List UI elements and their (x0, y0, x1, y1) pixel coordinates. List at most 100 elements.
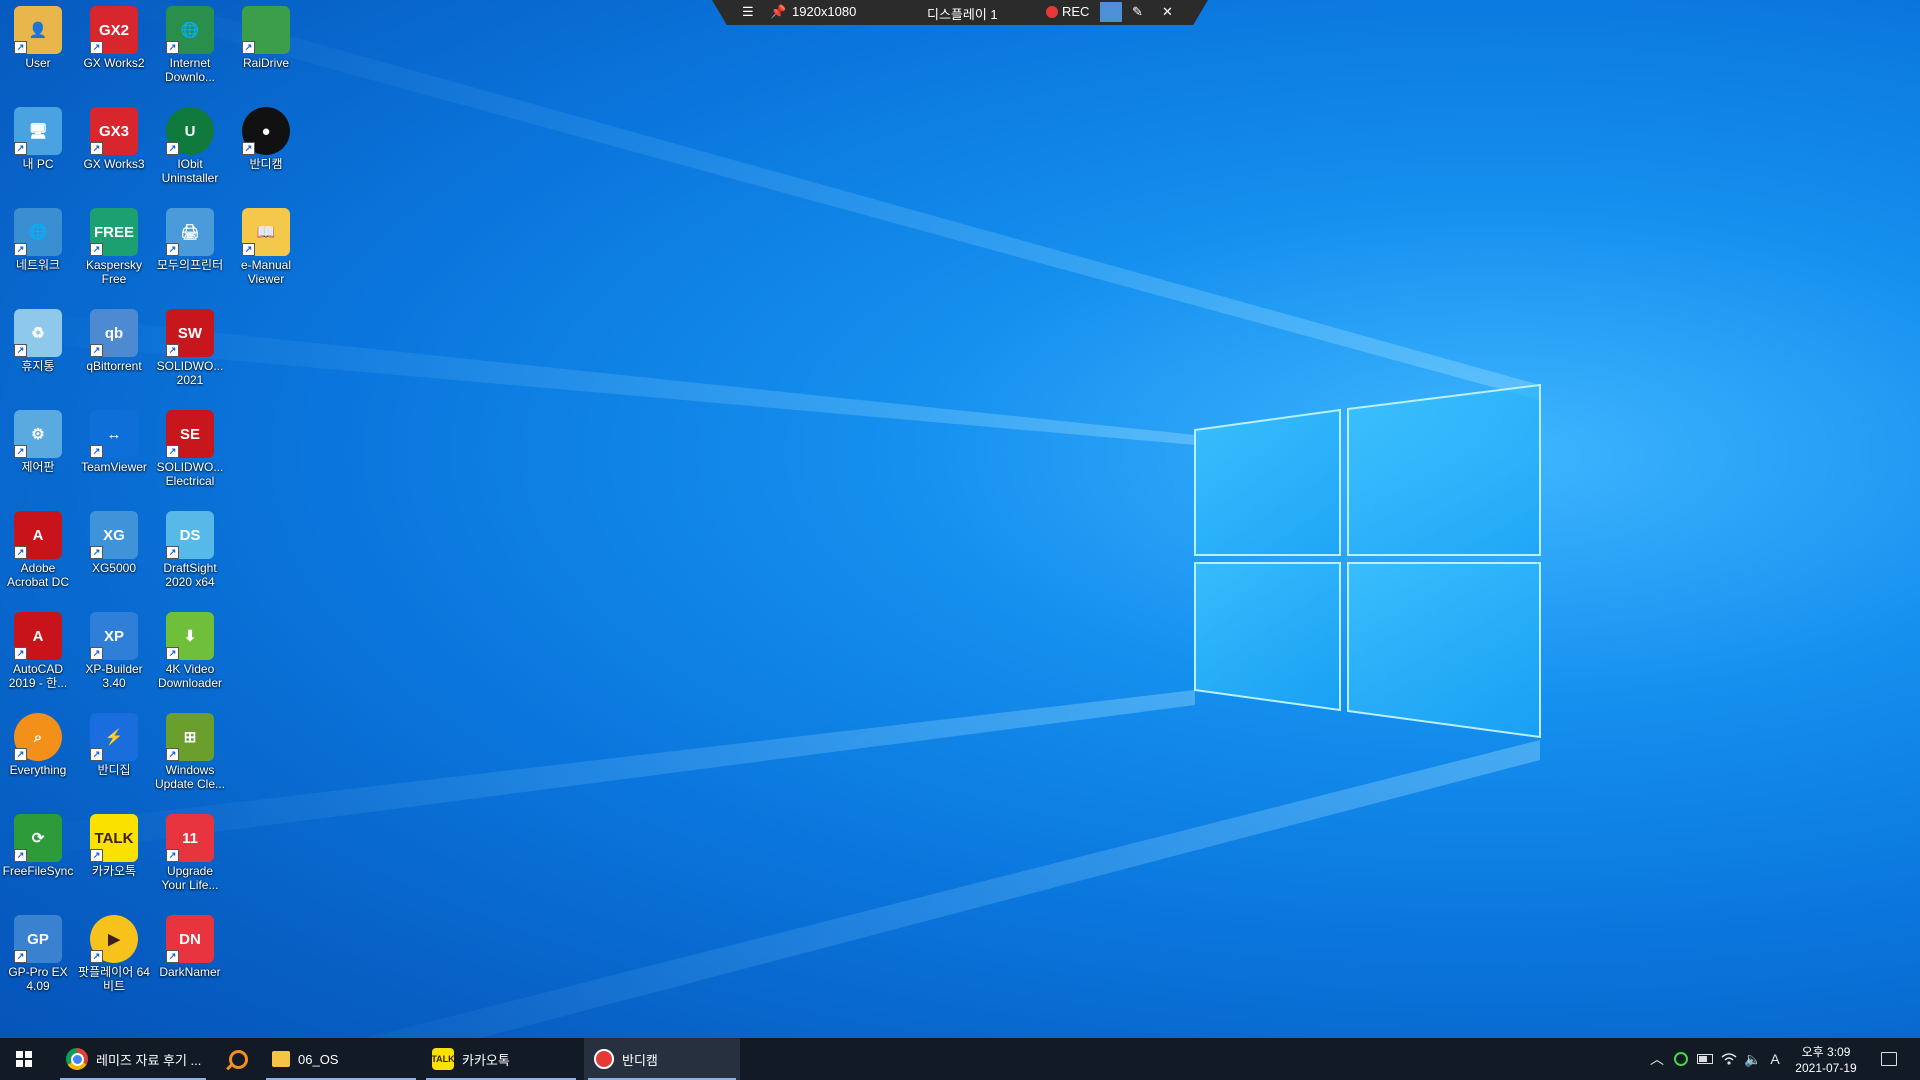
desktop-icon-label: SOLIDWO... 2021 (156, 359, 224, 387)
desktop-icon-label: 반디집 (97, 763, 131, 777)
chrome-icon (66, 1048, 88, 1070)
shortcut-arrow-icon: ↗ (242, 243, 255, 256)
desktop-icon[interactable]: U ↗ IObit Uninstaller (152, 101, 228, 199)
desktop-icon[interactable]: A ↗ Adobe Acrobat DC (0, 505, 76, 603)
desktop-icon[interactable]: ↔ ↗ TeamViewer (76, 404, 152, 502)
desktop-icon[interactable]: FREE ↗ Kaspersky Free (76, 202, 152, 300)
qbittorrent-icon: qb ↗ (90, 309, 138, 357)
battery-icon[interactable] (1694, 1038, 1716, 1080)
wifi-icon[interactable] (1718, 1038, 1740, 1080)
desktop-icon-label: Adobe Acrobat DC (6, 561, 70, 589)
clock[interactable]: 오후 3:09 2021-07-19 (1786, 1044, 1866, 1076)
control-panel-icon: ⚙ ↗ (14, 410, 62, 458)
rec-button[interactable]: REC (1062, 4, 1089, 19)
network-icon: 🌐 ↗ (14, 208, 62, 256)
shortcut-arrow-icon: ↗ (14, 445, 27, 458)
desktop-icon-area: 👤 ↗ User GX2 ↗ GX Works2 🌐 ↗ Internet Downlo... ↗… (0, 0, 300, 1038)
taskbar-app-chrome[interactable]: 레미즈 자료 후기 ... (56, 1038, 210, 1080)
desktop-icon-label: FreeFileSync (2, 864, 74, 878)
shortcut-arrow-icon: ↗ (14, 546, 27, 559)
desktop-icon-label: XP-Builder 3.40 (85, 662, 143, 690)
desktop-icon[interactable]: 🌐 ↗ Internet Downlo... (152, 0, 228, 98)
potplayer-icon: ▶ ↗ (90, 915, 138, 963)
taskbar-app-explorer[interactable]: 06_OS (262, 1038, 420, 1080)
desktop-icon-label: IObit Uninstaller (161, 157, 219, 185)
printer-icon: 🖨 ↗ (166, 208, 214, 256)
desktop-icon[interactable]: DN ↗ DarkNamer (152, 909, 228, 1007)
desktop-icon[interactable]: ⌕ ↗ Everything (0, 707, 76, 805)
desktop-icon[interactable]: GX2 ↗ GX Works2 (76, 0, 152, 98)
taskbar-app-label: 06_OS (298, 1051, 339, 1067)
shortcut-arrow-icon: ↗ (14, 243, 27, 256)
desktop-icon[interactable]: ▶ ↗ 팟플레이어 64 비트 (76, 909, 152, 1007)
tray-bandicam-icon[interactable] (1670, 1038, 1692, 1080)
desktop-icon-label: GX Works3 (83, 157, 145, 171)
shortcut-arrow-icon: ↗ (90, 546, 103, 559)
display-selector[interactable]: 디스플레이 1 (927, 4, 998, 23)
desktop-icon-label: 반디캠 (249, 157, 283, 171)
desktop-icon[interactable]: 👤 ↗ User (0, 0, 76, 98)
desktop-icon[interactable]: XP ↗ XP-Builder 3.40 (76, 606, 152, 704)
desktop-icon-label: DarkNamer (159, 965, 221, 979)
notification-center-icon[interactable] (1874, 1038, 1904, 1080)
taskbar-app-everything[interactable] (218, 1038, 258, 1080)
shortcut-arrow-icon: ↗ (14, 748, 27, 761)
desktop-icon[interactable]: A ↗ AutoCAD 2019 - 한... (0, 606, 76, 704)
pencil-icon[interactable]: ✎ (1132, 4, 1143, 20)
taskbar-app-bandicam[interactable]: 반디캠 (584, 1038, 740, 1080)
ime-indicator[interactable]: A (1765, 1038, 1785, 1080)
desktop-icon[interactable]: 📖 ↗ e-Manual Viewer (228, 202, 304, 300)
desktop-icon-label: 모두의프린터 (156, 258, 224, 272)
taskbar-app-kakaotalk[interactable]: TALK 카카오톡 (422, 1038, 580, 1080)
chevron-up-icon[interactable]: ︿ (1646, 1038, 1668, 1080)
desktop-icon-label: RaiDrive (242, 56, 289, 70)
gx-works3-icon: GX3 ↗ (90, 107, 138, 155)
desktop-icon[interactable]: qb ↗ qBittorrent (76, 303, 152, 401)
taskbar: 레미즈 자료 후기 ... 06_OS TALK 카카오톡 반디캠 ︿ 🔈 A … (0, 1038, 1920, 1080)
desktop-icon[interactable]: ⚙ ↗ 제어판 (0, 404, 76, 502)
desktop-icon[interactable]: ♻ ↗ 휴지통 (0, 303, 76, 401)
desktop-icon[interactable]: SE ↗ SOLIDWO... Electrical (152, 404, 228, 502)
close-icon[interactable]: ✕ (1162, 4, 1173, 20)
desktop-icon[interactable]: SW ↗ SOLIDWO... 2021 (152, 303, 228, 401)
menu-icon[interactable]: ☰ (742, 4, 754, 20)
desktop-icon[interactable]: XG ↗ XG5000 (76, 505, 152, 603)
desktop-icon-label: SOLIDWO... Electrical (156, 460, 224, 488)
kaspersky-icon: FREE ↗ (90, 208, 138, 256)
windows-start-icon[interactable] (0, 1038, 48, 1080)
desktop-icon[interactable]: ⚡ ↗ 반디집 (76, 707, 152, 805)
shortcut-arrow-icon: ↗ (14, 950, 27, 963)
shortcut-arrow-icon: ↗ (14, 142, 27, 155)
desktop-icon[interactable]: GX3 ↗ GX Works3 (76, 101, 152, 199)
shortcut-arrow-icon: ↗ (242, 41, 255, 54)
desktop-icon[interactable]: ↗ RaiDrive (228, 0, 304, 98)
everything-search-icon (225, 1049, 248, 1070)
shortcut-arrow-icon: ↗ (166, 142, 179, 155)
xg5000-icon: XG ↗ (90, 511, 138, 559)
desktop-icon[interactable]: ⟳ ↗ FreeFileSync (0, 808, 76, 906)
volume-icon[interactable]: 🔈 (1742, 1038, 1764, 1080)
desktop-icon[interactable]: 🖥 ↗ 내 PC (0, 101, 76, 199)
shortcut-arrow-icon: ↗ (166, 647, 179, 660)
shortcut-arrow-icon: ↗ (166, 243, 179, 256)
desktop-icon-label: 휴지통 (21, 359, 55, 373)
desktop-icon[interactable]: DS ↗ DraftSight 2020 x64 (152, 505, 228, 603)
desktop-icon[interactable]: ⬇ ↗ 4K Video Downloader (152, 606, 228, 704)
desktop-icon[interactable]: 11 ↗ Upgrade Your Life... (152, 808, 228, 906)
desktop-icon[interactable]: 🌐 ↗ 네트워크 (0, 202, 76, 300)
desktop-icon-label: Internet Downlo... (164, 56, 216, 84)
desktop-icon[interactable]: ⊞ ↗ Windows Update Cle... (152, 707, 228, 805)
shortcut-arrow-icon: ↗ (166, 445, 179, 458)
desktop-icon-label: GX Works2 (83, 56, 145, 70)
pin-icon[interactable]: 📌 (770, 4, 786, 20)
taskbar-app-label: 반디캠 (622, 1052, 658, 1068)
desktop-icon-label: User (25, 56, 51, 70)
desktop-icon[interactable]: GP ↗ GP-Pro EX 4.09 (0, 909, 76, 1007)
capture-mode-icon[interactable] (1100, 2, 1122, 22)
desktop-icon-label: qBittorrent (86, 359, 142, 373)
desktop-icon[interactable]: 🖨 ↗ 모두의프린터 (152, 202, 228, 300)
shortcut-arrow-icon: ↗ (166, 950, 179, 963)
desktop-icon[interactable]: TALK ↗ 카카오톡 (76, 808, 152, 906)
windows-update-cleaner-icon: ⊞ ↗ (166, 713, 214, 761)
desktop-icon[interactable]: ● ↗ 반디캠 (228, 101, 304, 199)
